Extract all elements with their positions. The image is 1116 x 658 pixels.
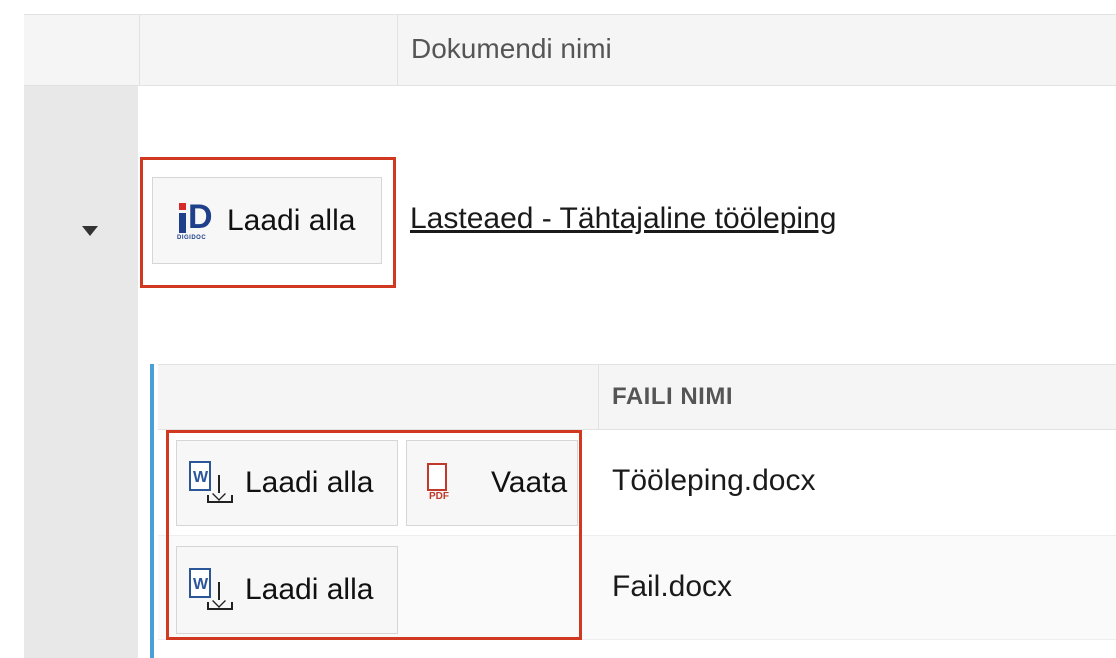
caret-down-icon[interactable] bbox=[82, 226, 98, 236]
digidoc-logo-icon: D DIGIDOC bbox=[177, 197, 213, 241]
header-cell-actions bbox=[140, 15, 398, 85]
word-download-icon: W bbox=[185, 455, 243, 511]
document-title-link[interactable]: Lasteaed - Tähtajaline tööleping bbox=[410, 202, 836, 236]
column-header-document-name: Dokumendi nimi bbox=[411, 33, 612, 64]
table-header-row: Dokumendi nimi bbox=[24, 14, 1116, 86]
file-view-label: Vaata bbox=[491, 466, 568, 499]
file-name: Tööleping.docx bbox=[612, 464, 816, 497]
row-expand-gutter bbox=[24, 86, 138, 658]
column-header-file-name: FAILI NIMI bbox=[612, 383, 733, 410]
word-download-icon: W bbox=[185, 562, 243, 618]
digidoc-download-button[interactable]: D DIGIDOC Laadi alla bbox=[152, 177, 382, 264]
files-header-row: FAILI NIMI bbox=[158, 364, 1116, 431]
header-cell-expand bbox=[24, 15, 140, 85]
file-download-label: Laadi alla bbox=[245, 573, 374, 606]
file-download-label: Laadi alla bbox=[245, 466, 374, 499]
pdf-icon: PDF bbox=[421, 461, 461, 505]
digidoc-download-label: Laadi alla bbox=[227, 203, 356, 237]
file-view-button[interactable]: PDF Vaata bbox=[406, 440, 578, 526]
file-download-button[interactable]: W Laadi alla bbox=[176, 546, 398, 634]
file-download-button[interactable]: W Laadi alla bbox=[176, 440, 398, 526]
file-name: Fail.docx bbox=[612, 570, 733, 603]
